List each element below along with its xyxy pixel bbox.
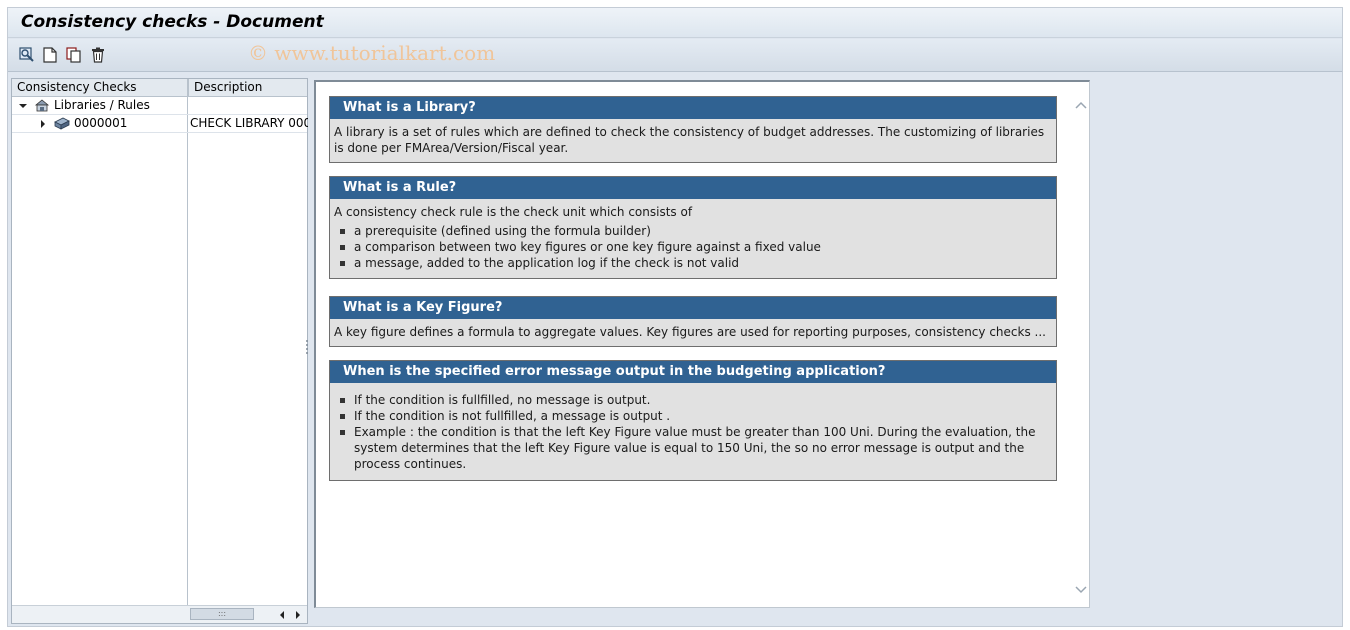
tree-node-library-0000001[interactable]: 0000001 CHECK LIBRARY 0000 bbox=[12, 115, 308, 133]
trash-icon bbox=[92, 47, 104, 63]
card-title: What is a Key Figure? bbox=[330, 297, 1056, 319]
column-header-description[interactable]: Description bbox=[188, 79, 307, 97]
card-key-figure: What is a Key Figure? A key figure defin… bbox=[329, 296, 1057, 347]
list-item: a comparison between two key figures or … bbox=[334, 239, 1052, 255]
scroll-right-arrow-icon[interactable] bbox=[294, 609, 302, 623]
vertical-scrollbar[interactable] bbox=[1072, 95, 1090, 607]
card-error-message: When is the specified error message outp… bbox=[329, 360, 1057, 481]
title-bar: Consistency checks - Document bbox=[8, 8, 1342, 38]
display-button[interactable] bbox=[17, 45, 37, 65]
create-button[interactable] bbox=[40, 45, 60, 65]
card-title: When is the specified error message outp… bbox=[330, 361, 1056, 383]
expand-right-icon[interactable] bbox=[38, 115, 50, 133]
card-title: What is a Library? bbox=[330, 97, 1056, 119]
card-rule: What is a Rule? A consistency check rule… bbox=[329, 176, 1057, 279]
card-text: A library is a set of rules which are de… bbox=[334, 125, 1045, 155]
column-divider bbox=[187, 79, 188, 607]
expand-down-icon[interactable] bbox=[18, 97, 30, 115]
library-icon bbox=[54, 115, 72, 133]
list-item: If the condition is not fullfilled, a me… bbox=[334, 408, 1052, 424]
tree-node-description: CHECK LIBRARY 0000 bbox=[190, 116, 308, 130]
tree-node-label: 0000001 bbox=[74, 116, 128, 130]
scroll-left-arrow-icon[interactable] bbox=[278, 609, 286, 623]
bullet-list: If the condition is fullfilled, no messa… bbox=[334, 392, 1052, 472]
document-viewer: What is a Library? A library is a set of… bbox=[314, 80, 1090, 608]
card-body: If the condition is fullfilled, no messa… bbox=[330, 383, 1056, 480]
column-header-consistency-checks[interactable]: Consistency Checks bbox=[12, 79, 188, 97]
window-title: Consistency checks - Document bbox=[21, 12, 324, 32]
main-window: Consistency checks - Document © www.tuto… bbox=[7, 7, 1343, 627]
application-toolbar: © www.tutorialkart.com bbox=[8, 39, 1342, 72]
bullet-list: a prerequisite (defined using the formul… bbox=[334, 223, 1052, 271]
card-body: A consistency check rule is the check un… bbox=[330, 199, 1056, 278]
libraries-icon bbox=[34, 97, 52, 115]
scroll-thumb[interactable]: ::: bbox=[190, 608, 254, 620]
new-document-icon bbox=[43, 47, 57, 63]
tree-node-label: Libraries / Rules bbox=[54, 98, 150, 112]
scroll-down-icon[interactable] bbox=[1075, 583, 1087, 595]
card-text: A key figure defines a formula to aggreg… bbox=[334, 325, 1046, 339]
card-text: A consistency check rule is the check un… bbox=[334, 205, 693, 219]
list-item: If the condition is fullfilled, no messa… bbox=[334, 392, 1052, 408]
tree-node-libraries-rules[interactable]: Libraries / Rules bbox=[12, 97, 307, 115]
card-title: What is a Rule? bbox=[330, 177, 1056, 199]
copy-button[interactable] bbox=[64, 45, 84, 65]
card-library: What is a Library? A library is a set of… bbox=[329, 96, 1057, 163]
copy-icon bbox=[66, 47, 81, 63]
horizontal-scrollbar[interactable]: ::: bbox=[12, 605, 307, 623]
list-item: Example : the condition is that the left… bbox=[334, 424, 1052, 472]
delete-button[interactable] bbox=[88, 45, 108, 65]
list-item: a message, added to the application log … bbox=[334, 255, 1052, 271]
scroll-up-icon[interactable] bbox=[1075, 100, 1087, 112]
list-item: a prerequisite (defined using the formul… bbox=[334, 223, 1052, 239]
magnifier-icon bbox=[19, 47, 34, 62]
consistency-checks-tree: Consistency Checks Description Libraries… bbox=[11, 78, 308, 624]
watermark: © www.tutorialkart.com bbox=[248, 41, 496, 65]
splitter-handle[interactable] bbox=[305, 338, 309, 358]
